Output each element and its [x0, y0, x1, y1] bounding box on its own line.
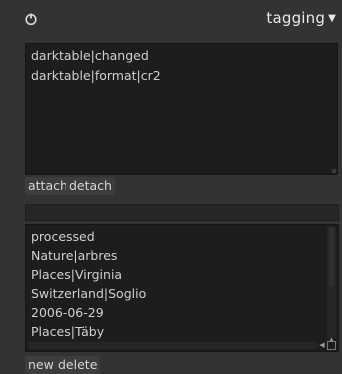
power-icon[interactable] — [24, 12, 38, 26]
dictionary-tag-item[interactable]: Places|Täby — [31, 324, 104, 339]
dictionary-tag-item[interactable]: Nature|arbres — [31, 248, 117, 263]
triangle-down-icon[interactable]: ▼ — [328, 13, 336, 24]
delete-tag-button[interactable]: delete — [55, 356, 101, 374]
detach-button[interactable]: detach — [66, 177, 115, 195]
scrollbar-thumb[interactable] — [329, 227, 334, 287]
resize-grip[interactable] — [332, 169, 336, 173]
dictionary-tag-item[interactable]: Places|Virginia — [31, 267, 122, 282]
scroll-left-arrow-icon[interactable]: ◀ — [318, 341, 326, 350]
dictionary-tag-item[interactable]: 2006-06-29 — [31, 305, 104, 320]
dictionary-tag-item[interactable]: Switzerland|Soglio — [31, 286, 146, 301]
attached-tag-item[interactable]: darktable|format|cr2 — [31, 68, 161, 83]
module-header: tagging ▼ — [0, 0, 342, 36]
attach-button[interactable]: attach — [25, 177, 71, 195]
new-tag-button[interactable]: new — [25, 356, 57, 374]
module-title-label: tagging — [266, 9, 326, 27]
module-title[interactable]: tagging ▼ — [266, 9, 336, 27]
scroll-corner — [327, 341, 336, 350]
tag-entry-field[interactable] — [25, 204, 339, 221]
vertical-scrollbar[interactable] — [327, 227, 336, 338]
attached-tags-list[interactable]: darktable|changed darktable|format|cr2 — [25, 43, 338, 175]
horizontal-scrollbar[interactable] — [28, 342, 318, 349]
tag-dictionary-list[interactable]: processed Nature|arbres Places|Virginia … — [25, 224, 339, 352]
attached-tag-item[interactable]: darktable|changed — [31, 48, 149, 63]
dictionary-tag-item[interactable]: processed — [31, 229, 95, 244]
